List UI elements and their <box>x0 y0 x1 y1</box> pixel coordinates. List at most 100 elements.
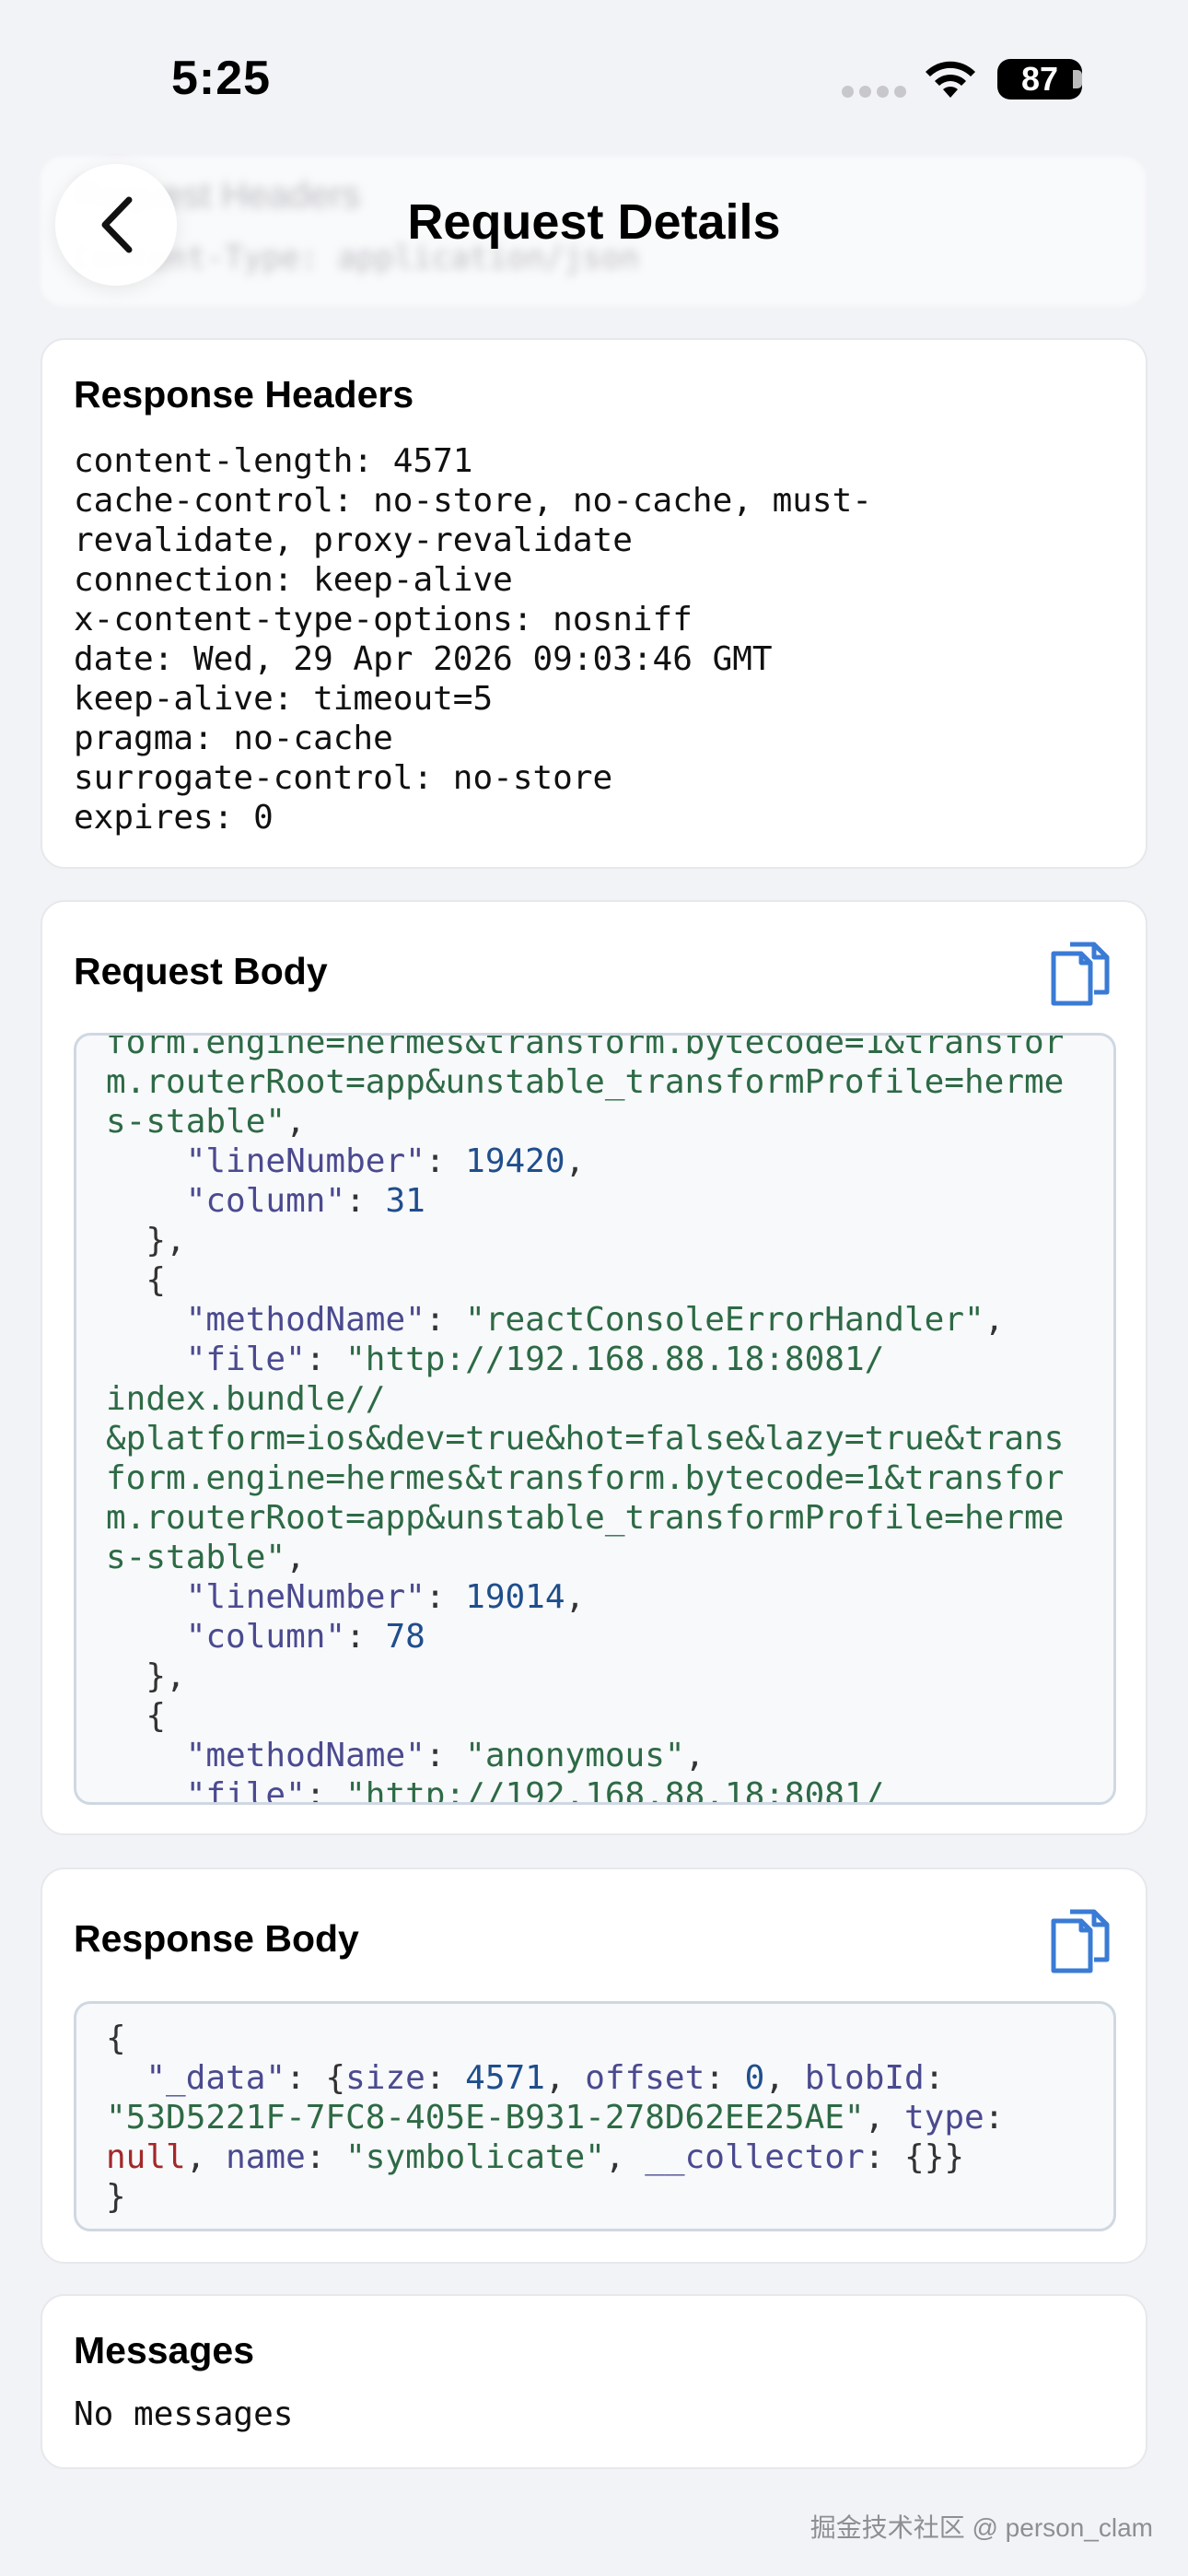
code-token: "lineNumber" <box>185 1578 425 1616</box>
code-line: "file": "http://192.168.88.18:8081/ <box>106 1340 1064 1379</box>
code-token: : <box>924 2059 945 2097</box>
code-token: "file" <box>185 1776 306 1805</box>
code-token: "http://192.168.88.18:8081/ <box>345 1776 885 1805</box>
code-line: { <box>106 1696 1064 1736</box>
code-token: "file" <box>185 1341 306 1378</box>
request-body-card: Request Body form.engine=hermes&transfor… <box>41 900 1147 1835</box>
code-token: 19014 <box>465 1578 565 1616</box>
code-token: : <box>425 1737 466 1774</box>
code-token: "column" <box>185 1182 346 1220</box>
battery-cap-icon <box>1073 70 1082 88</box>
code-token: , <box>864 2099 904 2137</box>
code-line: s-stable", <box>106 1538 1064 1577</box>
code-token: , <box>684 1737 705 1774</box>
code-token: , <box>604 2138 646 2176</box>
battery-indicator: 87 <box>997 59 1082 100</box>
code-token: , <box>544 2059 586 2097</box>
response-headers-title: Response Headers <box>74 373 414 416</box>
code-token: offset <box>585 2059 705 2097</box>
code-line: { <box>106 1260 1064 1300</box>
code-token: } <box>106 2178 126 2216</box>
code-line: { <box>106 2019 1004 2058</box>
copy-icon[interactable] <box>1046 939 1114 1011</box>
code-token: name <box>226 2138 306 2176</box>
code-token: : <box>425 2059 466 2097</box>
code-token: __collector <box>645 2138 865 2176</box>
code-token: 78 <box>385 1618 425 1656</box>
code-token: : {}} <box>864 2138 965 2176</box>
code-line: "_data": {size: 4571, offset: 0, blobId: <box>106 2058 1004 2098</box>
code-token: , <box>565 1578 586 1616</box>
code-line: }, <box>106 1657 1064 1696</box>
code-token: index.bundle// <box>106 1380 386 1418</box>
code-token: type <box>903 2099 984 2137</box>
code-token: }, <box>106 1657 186 1695</box>
code-line: "53D5221F-7FC8-405E-B931-278D62EE25AE", … <box>106 2098 1004 2137</box>
response-header-line: pragma: no-cache <box>74 720 393 757</box>
code-token: &platform=ios&dev=true&hot=false&lazy=tr… <box>106 1420 1065 1458</box>
code-token: 4571 <box>465 2059 545 2097</box>
code-token: "symbolicate" <box>345 2138 605 2176</box>
code-token: s-stable" <box>106 1103 286 1141</box>
code-token: s-stable" <box>106 1539 286 1576</box>
code-token: : <box>345 1618 386 1656</box>
code-line: index.bundle// <box>106 1379 1064 1419</box>
code-line: "lineNumber": 19420, <box>106 1142 1064 1181</box>
code-token: : <box>425 1301 466 1339</box>
response-header-line: x-content-type-options: nosniff <box>74 601 693 638</box>
cellular-signal-icon <box>842 86 906 98</box>
code-line: "column": 78 <box>106 1617 1064 1657</box>
code-token: m.routerRoot=app&unstable_transformProfi… <box>106 1499 1065 1537</box>
code-token: m.routerRoot=app&unstable_transformProfi… <box>106 1063 1065 1101</box>
code-token: 31 <box>385 1182 425 1220</box>
watermark: 掘金技术社区 @ person_clam <box>809 2513 1153 2542</box>
code-line: form.engine=hermes&transform.bytecode=1&… <box>106 1036 1064 1062</box>
code-line: m.routerRoot=app&unstable_transformProfi… <box>106 1062 1064 1102</box>
response-body-title: Response Body <box>74 1917 359 1960</box>
code-line: "methodName": "anonymous", <box>106 1736 1064 1775</box>
code-line: "column": 31 <box>106 1181 1064 1221</box>
code-token: 19420 <box>465 1142 565 1180</box>
code-token: , <box>565 1142 586 1180</box>
code-token: , <box>984 1301 1005 1339</box>
code-token: "reactConsoleErrorHandler" <box>465 1301 984 1339</box>
code-token: : { <box>285 2059 346 2097</box>
code-line: "lineNumber": 19014, <box>106 1577 1064 1617</box>
response-headers-list: content-length: 4571 cache-control: no-st… <box>74 441 872 837</box>
response-header-line: surrogate-control: no-store <box>74 759 613 797</box>
navigation-bar: Request Headers Content-Type: applicatio… <box>0 157 1188 306</box>
page-title: Request Details <box>407 194 781 250</box>
code-token: , <box>185 2138 227 2176</box>
messages-title: Messages <box>74 2329 255 2371</box>
code-token: : <box>345 1182 386 1220</box>
response-header-line: cache-control: no-store, no-cache, must- <box>74 482 872 520</box>
code-token: : <box>305 1776 346 1805</box>
response-body-code[interactable]: { "_data": {size: 4571, offset: 0, blobI… <box>74 2001 1116 2231</box>
code-line: } <box>106 2177 1004 2217</box>
copy-icon[interactable] <box>1046 1906 1114 1978</box>
code-line: s-stable", <box>106 1102 1064 1142</box>
request-body-code[interactable]: form.engine=hermes&transform.bytecode=1&… <box>74 1033 1116 1805</box>
code-token: : <box>425 1142 466 1180</box>
code-line: null, name: "symbolicate", __collector: … <box>106 2137 1004 2177</box>
response-header-line: content-length: 4571 <box>74 442 473 480</box>
response-header-line: revalidate, proxy-revalidate <box>74 521 633 559</box>
code-line: m.routerRoot=app&unstable_transformProfi… <box>106 1498 1064 1538</box>
code-token: , <box>285 1539 306 1576</box>
code-token: { <box>106 1697 167 1735</box>
code-token: : <box>425 1578 466 1616</box>
code-token: "methodName" <box>185 1301 425 1339</box>
code-token: { <box>106 1261 167 1299</box>
code-line: &platform=ios&dev=true&hot=false&lazy=tr… <box>106 1419 1064 1458</box>
messages-card: Messages No messages <box>41 2294 1147 2469</box>
code-token: { <box>106 2020 126 2057</box>
code-token: : <box>305 1341 346 1378</box>
status-bar: 5:25 87 <box>0 0 1188 157</box>
